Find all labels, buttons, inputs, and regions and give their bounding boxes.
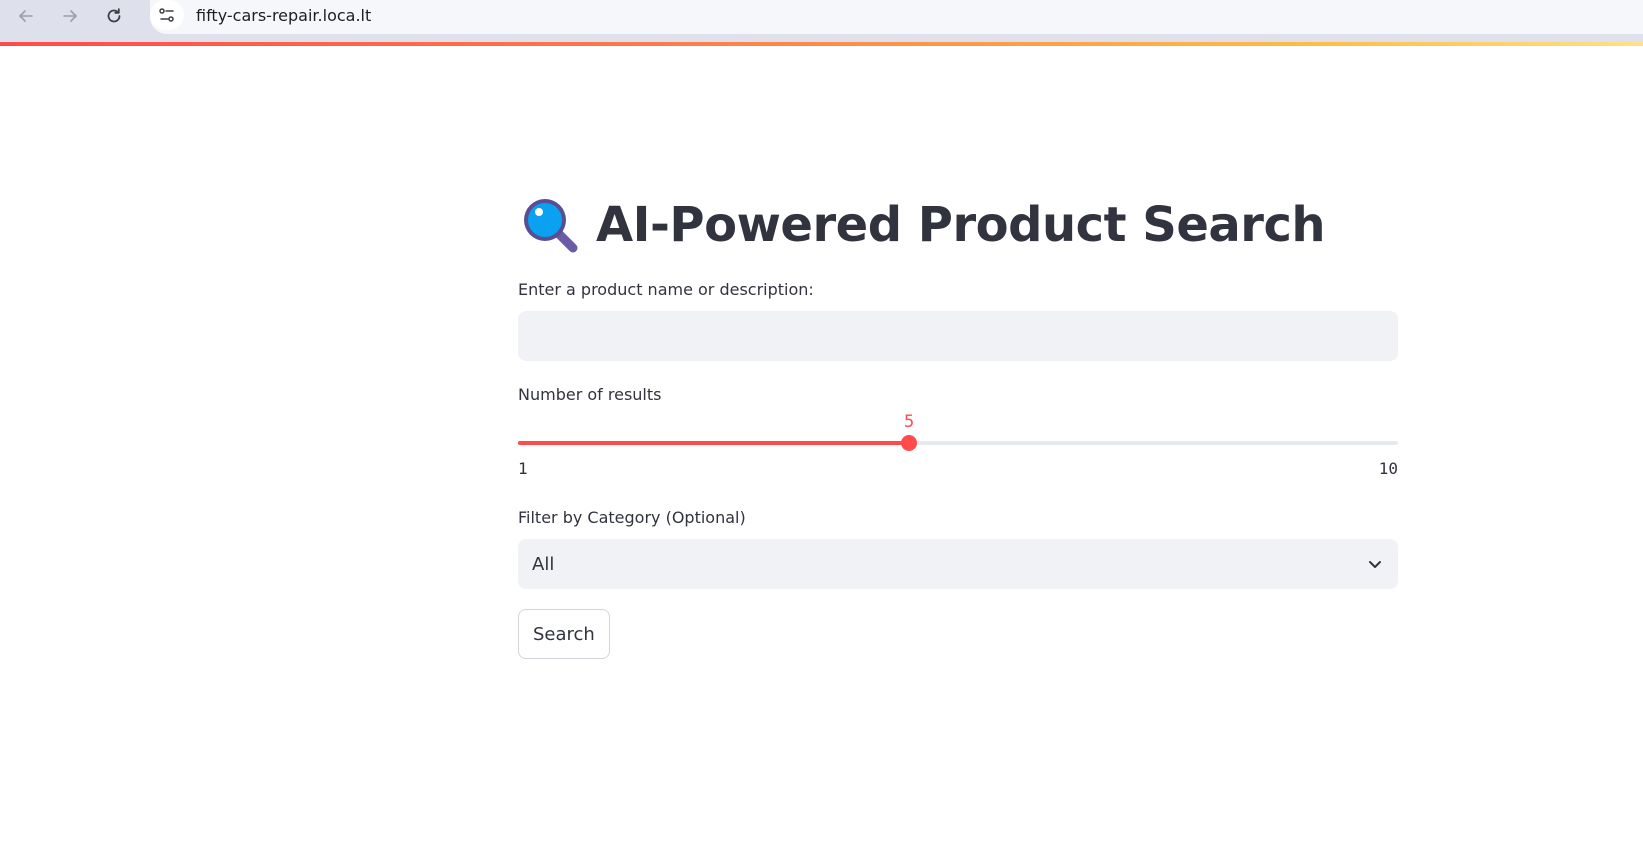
back-button[interactable] (6, 0, 46, 32)
magnifying-glass-icon (524, 199, 578, 253)
category-selected-value: All (532, 553, 555, 575)
slider-fill (518, 441, 910, 445)
category-label: Filter by Category (Optional) (518, 508, 746, 527)
slider-thumb[interactable] (901, 435, 918, 451)
search-button[interactable]: Search (518, 609, 610, 659)
reload-icon (107, 8, 121, 23)
page-title: AI-Powered Product Search (518, 180, 1398, 270)
product-query-input[interactable] (518, 311, 1398, 361)
site-info-button[interactable] (150, 0, 184, 30)
tune-icon (159, 8, 174, 22)
slider-max-label: 10 (1378, 459, 1398, 478)
results-label: Number of results (518, 385, 662, 404)
main-content: AI-Powered Product Search Enter a produc… (518, 180, 1398, 659)
arrow-left-icon (19, 10, 33, 22)
browser-toolbar: fifty-cars-repair.loca.lt (0, 0, 1643, 42)
arrow-right-icon (63, 10, 77, 22)
results-slider[interactable]: 5 (518, 412, 1398, 462)
slider-track[interactable] (518, 435, 1398, 451)
reload-button[interactable] (94, 0, 134, 32)
url-text[interactable]: fifty-cars-repair.loca.lt (196, 6, 371, 25)
slider-value-label: 5 (903, 412, 915, 432)
chevron-down-icon (1369, 561, 1381, 568)
top-decoration-bar (0, 42, 1643, 46)
title-text: AI-Powered Product Search (596, 197, 1326, 253)
address-bar[interactable]: fifty-cars-repair.loca.lt (150, 0, 1643, 34)
slider-min-label: 1 (518, 459, 528, 478)
category-select[interactable]: All (518, 539, 1398, 589)
query-label: Enter a product name or description: (518, 280, 814, 299)
forward-button[interactable] (50, 0, 90, 32)
